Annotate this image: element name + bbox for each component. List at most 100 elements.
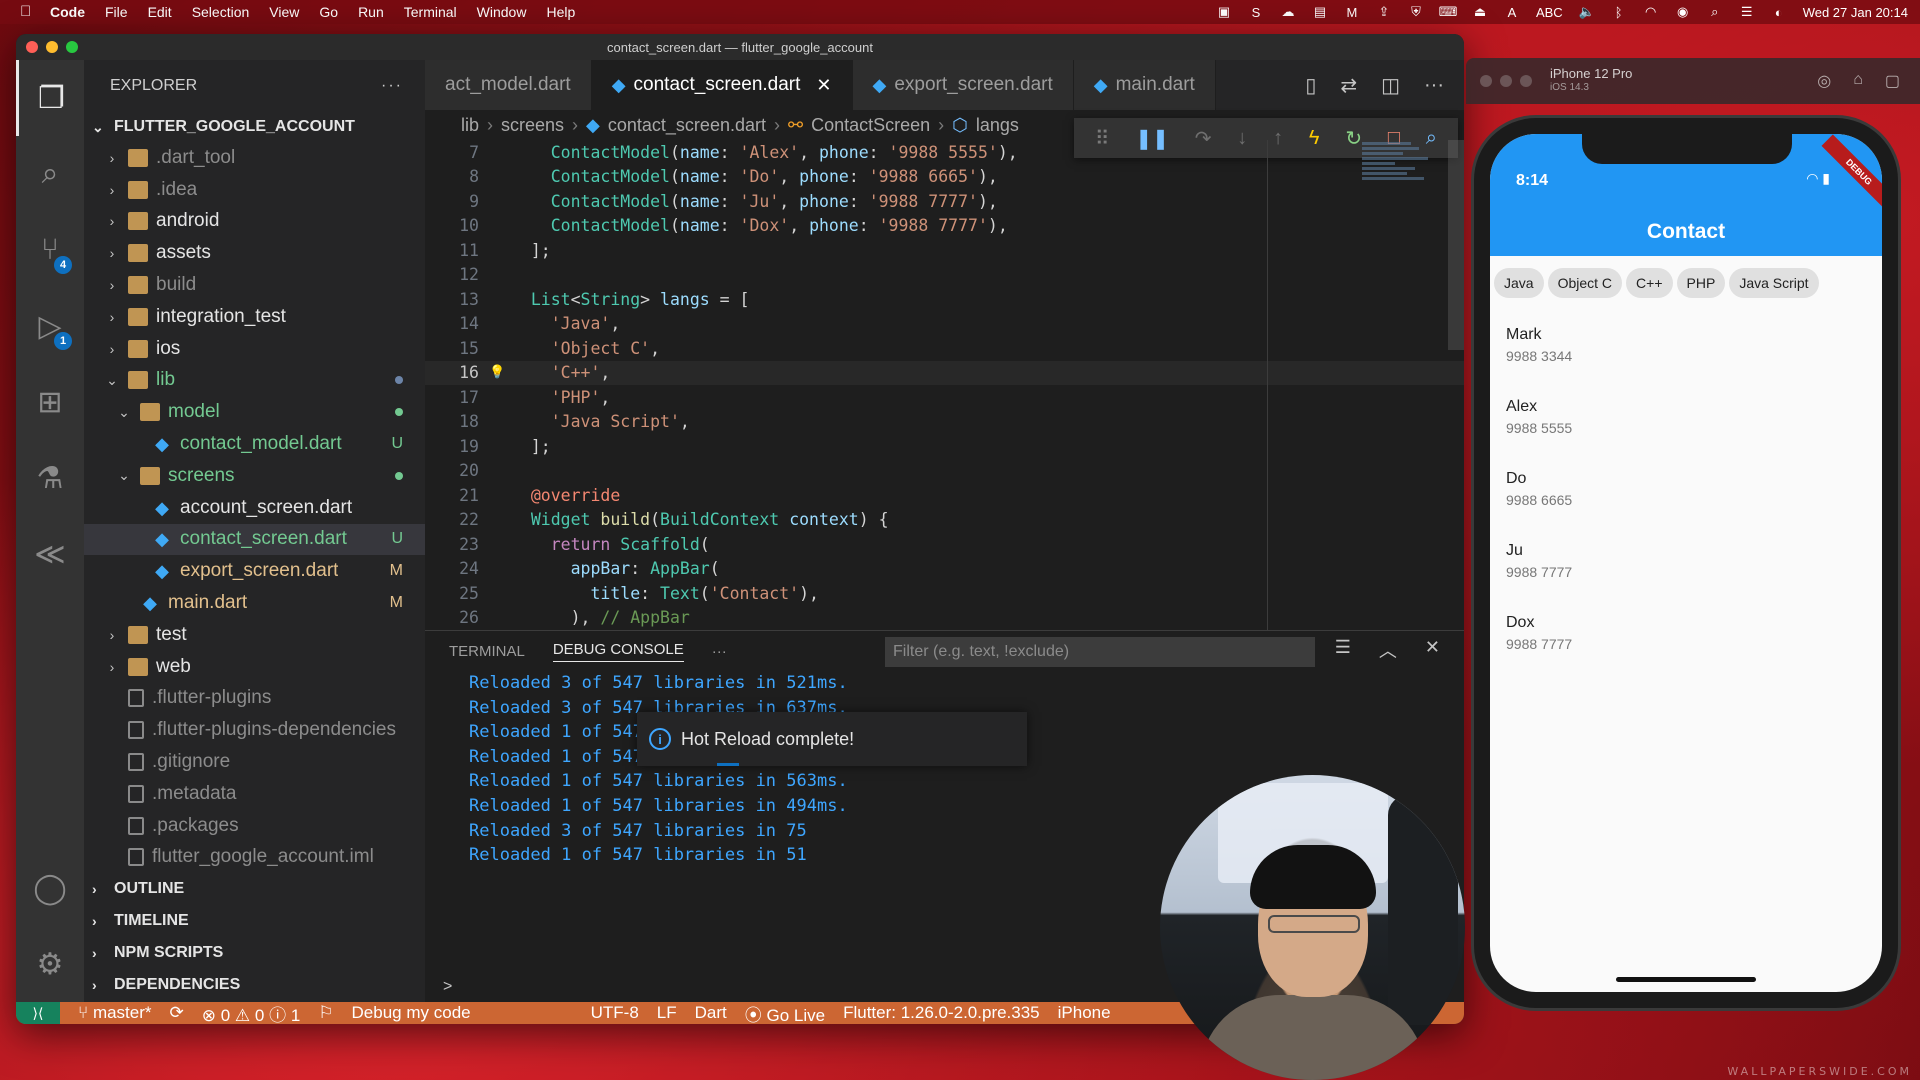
flutter-icon[interactable]: ≪: [16, 516, 84, 592]
contact-list-item[interactable]: Do 9988 6665: [1490, 470, 1882, 542]
simulator-zoom-button[interactable]: [1520, 75, 1532, 87]
code-line[interactable]: 10 ContactModel(name: 'Dox', phone: '998…: [425, 214, 1464, 239]
source-control-icon[interactable]: ⑂ 4: [16, 212, 84, 288]
shield-icon[interactable]: ⛨: [1408, 4, 1424, 19]
wifi-icon[interactable]: ◠: [1643, 4, 1659, 19]
tree-item[interactable]: ⌄ screens: [84, 460, 425, 492]
workspace-root[interactable]: ⌄ FLUTTER_GOOGLE_ACCOUNT: [84, 112, 425, 142]
section-npm-scripts[interactable]: › NPM SCRIPTS: [84, 937, 425, 969]
panel-more-button[interactable]: ···: [712, 643, 727, 660]
console-filter-input[interactable]: Filter (e.g. text, !exclude): [885, 637, 1315, 667]
contact-list-item[interactable]: Mark 9988 3344: [1490, 326, 1882, 398]
code-line[interactable]: 20: [425, 459, 1464, 484]
minimap[interactable]: [1362, 140, 1444, 220]
contact-list-item[interactable]: Alex 9988 5555: [1490, 398, 1882, 470]
menu-item-go[interactable]: Go: [319, 4, 338, 20]
volume-icon[interactable]: 🔈: [1579, 4, 1595, 19]
simulator-minimize-button[interactable]: [1500, 75, 1512, 87]
tree-item[interactable]: .packages: [84, 810, 425, 842]
language-chip[interactable]: Object C: [1547, 268, 1623, 298]
tree-item[interactable]: ◆ main.dart M: [84, 587, 425, 619]
siri-icon[interactable]: ◐: [1771, 5, 1787, 20]
console-prompt[interactable]: >: [443, 978, 452, 996]
code-line[interactable]: 7 ContactModel(name: 'Alex', phone: '998…: [425, 140, 1464, 165]
code-line[interactable]: 13 List<String> langs = [: [425, 287, 1464, 312]
debug-config-icon[interactable]: ⚐: [318, 1003, 333, 1023]
breadcrumb-item[interactable]: screens: [501, 115, 564, 136]
code-line[interactable]: 18 'Java Script',: [425, 410, 1464, 435]
hot-reload-notification[interactable]: i Hot Reload complete!: [637, 712, 1027, 766]
more-actions-icon[interactable]: ···: [1424, 74, 1444, 97]
code-line[interactable]: 17 'PHP',: [425, 385, 1464, 410]
section-dependencies[interactable]: › DEPENDENCIES: [84, 969, 425, 1001]
menu-bar-clock[interactable]: Wed 27 Jan 20:14: [1803, 5, 1908, 20]
simulator-close-button[interactable]: [1480, 75, 1492, 87]
tree-item[interactable]: › assets: [84, 237, 425, 269]
settings-gear-icon[interactable]: ⚙: [16, 926, 84, 1002]
app-menu-code[interactable]: Code: [50, 4, 85, 20]
mail-icon[interactable]: M: [1344, 5, 1360, 20]
tree-item[interactable]: ⌄ lib: [84, 365, 425, 397]
input-source-label[interactable]: ABC: [1536, 5, 1563, 20]
code-line[interactable]: 9 ContactModel(name: 'Ju', phone: '9988 …: [425, 189, 1464, 214]
panel-tab-terminal[interactable]: TERMINAL: [449, 643, 525, 660]
git-branch[interactable]: ⑂ master*: [78, 1003, 152, 1023]
line-ending[interactable]: LF: [657, 1003, 677, 1023]
device-selector[interactable]: iPhone: [1058, 1003, 1111, 1023]
code-line[interactable]: 16 💡 'C++',: [425, 360, 1464, 385]
editor-scrollbar[interactable]: [1448, 140, 1464, 350]
tree-item[interactable]: .metadata: [84, 778, 425, 810]
spotlight-search-icon[interactable]: ⌕: [1707, 4, 1723, 19]
eject-icon[interactable]: ⏏: [1472, 4, 1488, 19]
menu-item-view[interactable]: View: [269, 4, 299, 20]
code-line[interactable]: 19 ];: [425, 434, 1464, 459]
input-source-icon[interactable]: A: [1504, 5, 1520, 20]
rotate-icon[interactable]: ▢: [1885, 71, 1900, 91]
code-line[interactable]: 22 Widget build(BuildContext context) {: [425, 508, 1464, 533]
sync-icon[interactable]: ⟳: [170, 1003, 184, 1023]
tree-item[interactable]: › integration_test: [84, 301, 425, 333]
code-line[interactable]: 14 'Java',: [425, 312, 1464, 337]
code-line[interactable]: 23 return Scaffold(: [425, 532, 1464, 557]
menu-item-help[interactable]: Help: [546, 4, 575, 20]
go-live[interactable]: ⦿ Go Live: [745, 1001, 825, 1025]
creative-cloud-icon[interactable]: ☁: [1280, 4, 1296, 19]
breadcrumb-item[interactable]: contact_screen.dart: [608, 115, 766, 136]
run-debug-icon[interactable]: ▷ 1: [16, 288, 84, 364]
language-chip[interactable]: PHP: [1676, 268, 1726, 298]
maximize-panel-icon[interactable]: ︿: [1379, 637, 1397, 663]
screenshot-icon[interactable]: ◎: [1817, 71, 1831, 91]
code-line[interactable]: 25 title: Text('Contact'),: [425, 581, 1464, 606]
tree-item[interactable]: › test: [84, 619, 425, 651]
code-line[interactable]: 11 ];: [425, 238, 1464, 263]
breadcrumb-item[interactable]: lib: [461, 115, 479, 136]
panel-tab-debug-console[interactable]: DEBUG CONSOLE: [552, 641, 684, 662]
tree-item[interactable]: › build: [84, 269, 425, 301]
menu-item-window[interactable]: Window: [477, 4, 527, 20]
menu-item-run[interactable]: Run: [358, 4, 384, 20]
section-outline[interactable]: › OUTLINE: [84, 873, 425, 905]
remote-indicator-icon[interactable]: ⟩⟨: [16, 1002, 60, 1024]
language-chip[interactable]: Java: [1494, 268, 1544, 298]
notes-icon[interactable]: ▤: [1312, 4, 1328, 19]
tree-item[interactable]: ◆ contact_screen.dart U: [84, 523, 425, 556]
encoding[interactable]: UTF-8: [591, 1003, 639, 1023]
tree-item[interactable]: › .idea: [84, 174, 425, 206]
tree-item[interactable]: ◆ contact_model.dart U: [84, 428, 425, 460]
code-line[interactable]: 21 @override: [425, 483, 1464, 508]
close-tab-icon[interactable]: ✕: [816, 75, 831, 96]
extensions-icon[interactable]: ⊞: [16, 364, 84, 440]
testing-icon[interactable]: ⚗: [16, 440, 84, 516]
compare-changes-icon[interactable]: ⇄: [1340, 73, 1357, 98]
home-icon[interactable]: ⌂: [1853, 71, 1863, 91]
keyboard-icon[interactable]: ⌨: [1439, 4, 1458, 19]
cloud-upload-icon[interactable]: ⇪: [1376, 4, 1392, 19]
tree-item[interactable]: ◆ export_screen.dart M: [84, 555, 425, 587]
tree-item[interactable]: .gitignore: [84, 746, 425, 778]
code-line[interactable]: 15 'Object C',: [425, 336, 1464, 361]
split-editor-icon[interactable]: ◫: [1381, 73, 1400, 98]
section-timeline[interactable]: › TIMELINE: [84, 905, 425, 937]
language-chip[interactable]: Java Script: [1729, 268, 1819, 298]
language-mode[interactable]: Dart: [695, 1003, 727, 1023]
tree-item[interactable]: › .dart_tool: [84, 142, 425, 174]
